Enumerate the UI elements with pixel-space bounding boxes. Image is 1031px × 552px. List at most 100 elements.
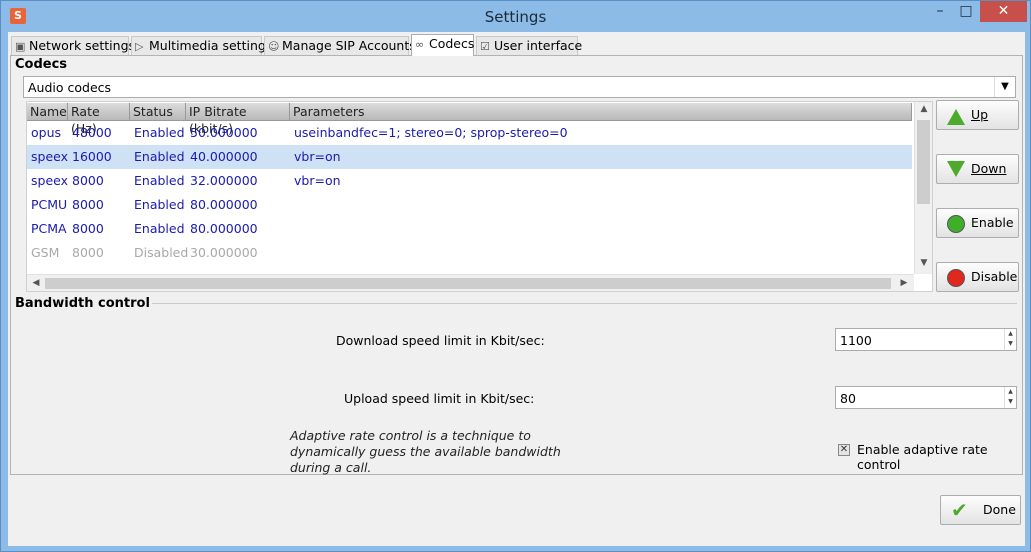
table-row[interactable]: PCMA 8000 Enabled 80.000000 bbox=[27, 217, 912, 241]
minimize-button[interactable]: – bbox=[927, 1, 953, 22]
done-label: Done bbox=[983, 502, 1016, 517]
disable-label: Disable bbox=[971, 269, 1018, 284]
maximize-button[interactable]: □ bbox=[953, 1, 979, 22]
close-button[interactable]: ✕ bbox=[980, 1, 1027, 22]
codec-type-select[interactable]: Audio codecs ▼ bbox=[23, 76, 1016, 98]
cell-status: Enabled bbox=[134, 149, 185, 164]
link-icon: ∞ bbox=[415, 38, 425, 51]
table-row[interactable]: speex 16000 Enabled 40.000000 vbr=on bbox=[27, 145, 912, 169]
scroll-left-icon[interactable]: ◀ bbox=[27, 278, 45, 288]
tab-network-settings[interactable]: ▣ Network settings bbox=[11, 36, 135, 56]
codecs-group-label: Codecs bbox=[15, 57, 70, 72]
disable-button[interactable]: Disable bbox=[936, 262, 1019, 292]
table-row[interactable]: speex 8000 Enabled 32.000000 vbr=on bbox=[27, 169, 912, 193]
cell-rate: 8000 bbox=[72, 221, 104, 236]
arrow-up-icon bbox=[947, 107, 965, 125]
scroll-down-icon[interactable]: ▼ bbox=[915, 258, 932, 268]
section-divider bbox=[132, 303, 1017, 304]
table-row[interactable]: PCMU 8000 Enabled 80.000000 bbox=[27, 193, 912, 217]
arrow-down-icon bbox=[947, 161, 965, 179]
codecs-table: Name Rate (Hz) Status IP Bitrate (kbit/s… bbox=[26, 101, 933, 292]
cell-status: Enabled bbox=[134, 173, 185, 188]
column-header-rate[interactable]: Rate (Hz) bbox=[68, 103, 130, 136]
dialog-client-area: ▣ Network settings ▷ Multimedia settings ☺… bbox=[8, 32, 1025, 546]
tab-label: Manage SIP Accounts bbox=[282, 38, 416, 53]
tab-user-interface[interactable]: ☑ User interface bbox=[476, 36, 582, 56]
column-header-parameters[interactable]: Parameters bbox=[290, 103, 912, 121]
enable-label: Enable bbox=[971, 215, 1014, 230]
vertical-scroll-thumb[interactable] bbox=[917, 120, 930, 204]
enable-button[interactable]: Enable bbox=[936, 208, 1019, 238]
codec-type-value: Audio codecs bbox=[28, 80, 112, 95]
cell-bitrate: 30.000000 bbox=[190, 245, 258, 260]
cell-name: GSM bbox=[31, 245, 60, 260]
vertical-scrollbar[interactable]: ▲ ▼ bbox=[914, 102, 932, 274]
move-up-button[interactable]: Up bbox=[936, 100, 1019, 130]
green-circle-icon bbox=[947, 215, 965, 233]
tab-multimedia-settings[interactable]: ▷ Multimedia settings bbox=[131, 36, 272, 56]
stepper-arrows-icon[interactable]: ▲ ▼ bbox=[1004, 387, 1016, 408]
scroll-up-icon[interactable]: ▲ bbox=[915, 104, 932, 114]
download-limit-value: 1100 bbox=[840, 333, 872, 348]
cell-parameters: useinbandfec=1; stereo=0; sprop-stereo=0 bbox=[294, 125, 568, 140]
tab-manage-sip-accounts[interactable]: ☺ Manage SIP Accounts bbox=[264, 36, 416, 56]
tab-label: User interface bbox=[494, 38, 583, 53]
play-icon: ▷ bbox=[135, 40, 144, 53]
tab-codecs[interactable]: ∞ Codecs bbox=[411, 34, 474, 56]
upload-limit-value: 80 bbox=[840, 391, 856, 406]
cell-bitrate: 50.000000 bbox=[190, 125, 258, 140]
cell-name: speex bbox=[31, 173, 69, 188]
bandwidth-group-header bbox=[12, 296, 1020, 308]
tab-label: Multimedia settings bbox=[149, 38, 273, 53]
cell-rate: 8000 bbox=[72, 173, 104, 188]
cell-rate: 48000 bbox=[72, 125, 112, 140]
table-row[interactable]: GSM 8000 Disabled 30.000000 bbox=[27, 241, 912, 265]
cell-name: opus bbox=[31, 125, 62, 140]
cell-name: PCMA bbox=[31, 221, 67, 236]
column-header-bitrate[interactable]: IP Bitrate (kbit/s) bbox=[186, 103, 290, 136]
move-down-label: Down bbox=[971, 161, 1007, 176]
interface-icon: ☑ bbox=[480, 40, 490, 53]
move-up-label: Up bbox=[971, 107, 989, 122]
cell-bitrate: 32.000000 bbox=[190, 173, 258, 188]
horizontal-scroll-thumb[interactable] bbox=[45, 278, 891, 289]
column-header-name[interactable]: Name bbox=[27, 103, 68, 121]
cell-parameters: vbr=on bbox=[294, 173, 341, 188]
download-limit-stepper[interactable]: 1100 ▲ ▼ bbox=[835, 328, 1017, 351]
window-title: Settings bbox=[484, 8, 547, 26]
cell-name: speex bbox=[31, 149, 69, 164]
network-icon: ▣ bbox=[15, 40, 26, 53]
tab-label: Codecs bbox=[429, 36, 475, 51]
adaptive-rate-note: Adaptive rate control is a technique to … bbox=[290, 428, 561, 475]
upload-limit-label: Upload speed limit in Kbit/sec: bbox=[344, 391, 535, 406]
checkmark-icon: ✔ bbox=[951, 498, 968, 522]
bandwidth-group-label: Bandwidth control bbox=[15, 296, 152, 311]
accounts-icon: ☺ bbox=[268, 40, 280, 53]
cell-status: Enabled bbox=[134, 221, 185, 236]
column-header-status[interactable]: Status bbox=[130, 103, 186, 121]
cell-rate: 8000 bbox=[72, 245, 104, 260]
settings-window: S Settings – □ ✕ ▣ Network settings ▷ Mult… bbox=[0, 0, 1031, 552]
table-header: Name Rate (Hz) Status IP Bitrate (kbit/s… bbox=[27, 103, 912, 136]
adaptive-rate-label[interactable]: Enable adaptive rate control bbox=[857, 442, 1025, 472]
download-limit-label: Download speed limit in Kbit/sec: bbox=[336, 333, 545, 348]
adaptive-rate-checkbox[interactable]: ✕ bbox=[838, 444, 850, 456]
upload-limit-stepper[interactable]: 80 ▲ ▼ bbox=[835, 386, 1017, 409]
cell-rate: 8000 bbox=[72, 197, 104, 212]
horizontal-scrollbar[interactable]: ◀ ▶ bbox=[27, 274, 914, 291]
cell-rate: 16000 bbox=[72, 149, 112, 164]
done-button[interactable]: ✔ Done bbox=[940, 495, 1021, 525]
tab-label: Network settings bbox=[29, 38, 136, 53]
red-circle-icon bbox=[947, 269, 965, 287]
title-bar[interactable]: S Settings – □ ✕ bbox=[1, 1, 1030, 32]
table-row[interactable]: opus 48000 Enabled 50.000000 useinbandfe… bbox=[27, 121, 912, 145]
move-down-button[interactable]: Down bbox=[936, 154, 1019, 184]
scroll-right-icon[interactable]: ▶ bbox=[895, 278, 913, 288]
cell-status: Disabled bbox=[134, 245, 189, 260]
stepper-arrows-icon[interactable]: ▲ ▼ bbox=[1004, 329, 1016, 350]
cell-status: Enabled bbox=[134, 197, 185, 212]
cell-bitrate: 80.000000 bbox=[190, 221, 258, 236]
chevron-down-icon[interactable]: ▼ bbox=[994, 77, 1015, 97]
cell-parameters: vbr=on bbox=[294, 149, 341, 164]
cell-bitrate: 80.000000 bbox=[190, 197, 258, 212]
